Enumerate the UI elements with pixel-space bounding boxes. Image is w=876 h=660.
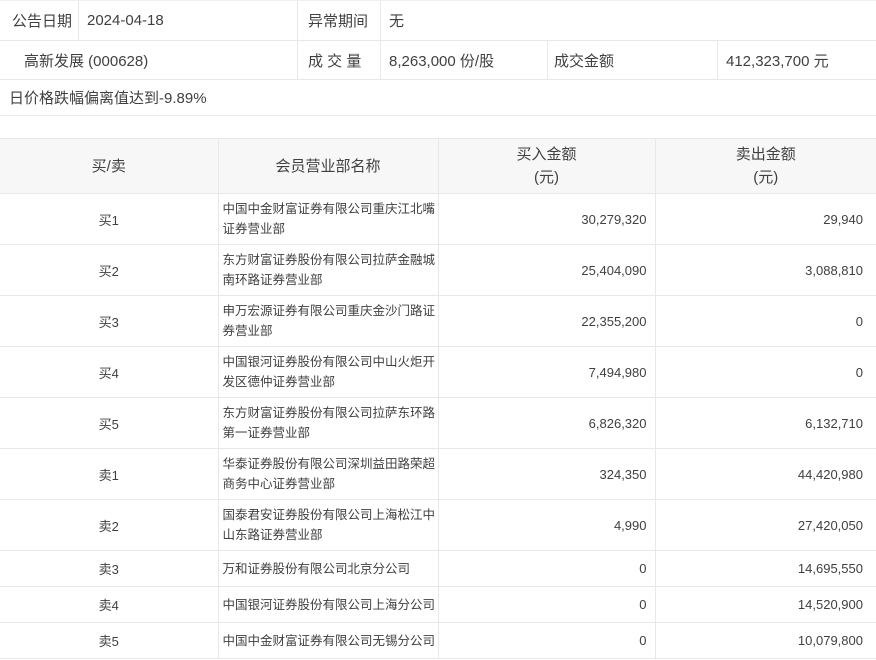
cell-sell: 14,520,900	[654, 586, 876, 623]
info-section: 公告日期 2024-04-18 异常期间 无 高新发展 (000628) 成 交…	[0, 0, 876, 116]
broker-table: 买/卖 会员营业部名称 买入金额 (元) 卖出金额 (元) 买1 中国中金财富证…	[0, 138, 876, 659]
table-row: 卖4 中国银河证券股份有限公司上海分公司 0 14,520,900	[0, 586, 876, 623]
cell-buy: 25,404,090	[437, 244, 656, 296]
cell-side: 买2	[0, 244, 219, 296]
cell-buy: 0	[437, 622, 656, 659]
turnover-value: 412,323,700 元	[726, 52, 829, 70]
info-row-date: 公告日期 2024-04-18 异常期间 无	[0, 1, 876, 41]
stock-name: 高新发展 (000628)	[0, 41, 298, 79]
cell-sell: 3,088,810	[654, 244, 876, 296]
table-row: 卖2 国泰君安证券股份有限公司上海松江中山东路证券营业部 4,990 27,42…	[0, 499, 876, 551]
cell-buy: 0	[437, 586, 656, 623]
announce-date-label: 公告日期	[0, 1, 79, 40]
header-sell-label: 卖出金额	[735, 146, 796, 163]
cell-sell: 29,940	[654, 193, 876, 245]
table-row: 卖5 中国中金财富证券有限公司无锡分公司 0 10,079,800	[0, 622, 876, 659]
cell-side: 卖3	[0, 550, 219, 587]
cell-sell: 0	[654, 346, 876, 398]
cell-sell: 44,420,980	[654, 448, 876, 500]
header-sell: 卖出金额 (元)	[654, 138, 876, 194]
cell-sell: 6,132,710	[654, 397, 876, 449]
header-buy-label: 买入金额	[516, 146, 577, 163]
cell-broker: 东方财富证券股份有限公司拉萨金融城南环路证券营业部	[217, 244, 439, 296]
cell-buy: 30,279,320	[437, 193, 656, 245]
deviation-note: 日价格跌幅偏离值达到-9.89%	[9, 90, 207, 107]
cell-broker: 万和证券股份有限公司北京分公司	[217, 550, 439, 587]
header-buy: 买入金额 (元)	[437, 138, 656, 194]
cell-side: 卖1	[0, 448, 219, 500]
volume-label: 成 交 量	[298, 41, 381, 79]
cell-broker: 中国银河证券股份有限公司中山火炬开发区德仲证券营业部	[217, 346, 439, 398]
cell-buy: 7,494,980	[437, 346, 656, 398]
table-row: 卖1 华泰证券股份有限公司深圳益田路荣超商务中心证券营业部 324,350 44…	[0, 448, 876, 500]
cell-side: 卖4	[0, 586, 219, 623]
table-row: 买4 中国银河证券股份有限公司中山火炬开发区德仲证券营业部 7,494,980 …	[0, 346, 876, 398]
table-row: 买5 东方财富证券股份有限公司拉萨东环路第一证券营业部 6,826,320 6,…	[0, 397, 876, 449]
cell-side: 买4	[0, 346, 219, 398]
trade-disclosure-page: 公告日期 2024-04-18 异常期间 无 高新发展 (000628) 成 交…	[0, 0, 876, 659]
header-sell-unit: (元)	[753, 169, 779, 186]
cell-buy: 4,990	[437, 499, 656, 551]
cell-sell: 27,420,050	[654, 499, 876, 551]
table-row: 买2 东方财富证券股份有限公司拉萨金融城南环路证券营业部 25,404,090 …	[0, 244, 876, 296]
cell-buy: 22,355,200	[437, 295, 656, 347]
cell-broker: 华泰证券股份有限公司深圳益田路荣超商务中心证券营业部	[217, 448, 439, 500]
cell-broker: 国泰君安证券股份有限公司上海松江中山东路证券营业部	[217, 499, 439, 551]
cell-side: 买3	[0, 295, 219, 347]
table-body: 买1 中国中金财富证券有限公司重庆江北嘴证券营业部 30,279,320 29,…	[0, 193, 876, 659]
cell-broker: 中国银河证券股份有限公司上海分公司	[217, 586, 439, 623]
cell-sell: 14,695,550	[654, 550, 876, 587]
header-side: 买/卖	[0, 138, 219, 194]
cell-side: 买1	[0, 193, 219, 245]
cell-side: 卖5	[0, 622, 219, 659]
cell-buy: 324,350	[437, 448, 656, 500]
table-row: 买1 中国中金财富证券有限公司重庆江北嘴证券营业部 30,279,320 29,…	[0, 193, 876, 245]
cell-buy: 6,826,320	[437, 397, 656, 449]
table-header-row: 买/卖 会员营业部名称 买入金额 (元) 卖出金额 (元)	[0, 138, 876, 194]
cell-side: 买5	[0, 397, 219, 449]
abnormal-period-value: 无	[389, 13, 405, 30]
cell-broker: 中国中金财富证券有限公司重庆江北嘴证券营业部	[217, 193, 439, 245]
info-row-deviation: 日价格跌幅偏离值达到-9.89%	[0, 80, 876, 116]
table-head: 买/卖 会员营业部名称 买入金额 (元) 卖出金额 (元)	[0, 138, 876, 194]
cell-broker: 中国中金财富证券有限公司无锡分公司	[217, 622, 439, 659]
announce-date-value: 2024-04-18	[79, 1, 298, 40]
cell-buy: 0	[437, 550, 656, 587]
header-broker: 会员营业部名称	[217, 138, 439, 194]
cell-sell: 10,079,800	[654, 622, 876, 659]
cell-sell: 0	[654, 295, 876, 347]
abnormal-period-label: 异常期间	[298, 1, 381, 40]
cell-side: 卖2	[0, 499, 219, 551]
table-row: 买3 申万宏源证券有限公司重庆金沙门路证券营业部 22,355,200 0	[0, 295, 876, 347]
cell-broker: 申万宏源证券有限公司重庆金沙门路证券营业部	[217, 295, 439, 347]
info-row-stock: 高新发展 (000628) 成 交 量 8,263,000 份/股 成交金额 4…	[0, 41, 876, 80]
cell-broker: 东方财富证券股份有限公司拉萨东环路第一证券营业部	[217, 397, 439, 449]
table-row: 卖3 万和证券股份有限公司北京分公司 0 14,695,550	[0, 550, 876, 587]
volume-value: 8,263,000 份/股	[381, 41, 548, 79]
header-buy-unit: (元)	[534, 169, 559, 186]
turnover-label: 成交金额	[548, 41, 718, 79]
